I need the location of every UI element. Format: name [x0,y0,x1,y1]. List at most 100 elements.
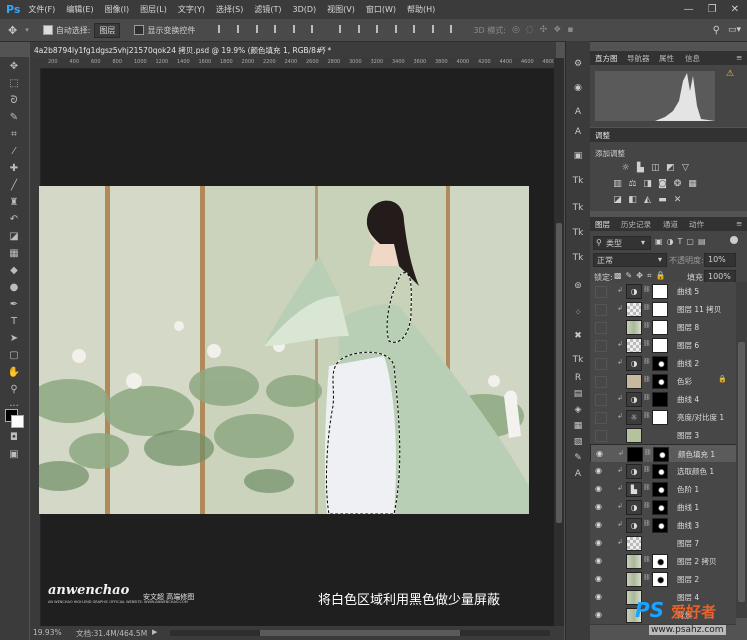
brightness-icon[interactable]: ☼ [620,163,631,173]
layers-scrollbar[interactable] [736,282,747,618]
brush-panel-icon[interactable]: A [570,105,586,119]
threshold-icon[interactable]: ◭ [642,195,653,205]
layer-row[interactable]: ◉ ↲ ▙ ⛓ 色阶 1 [590,480,736,499]
cube-plugin-icon[interactable]: ◈ [570,403,586,417]
tab-channels[interactable]: 通道 [663,219,678,230]
layer-thumbnail[interactable]: ◑ [626,392,642,407]
layer-mask-thumbnail[interactable] [653,447,669,462]
eye-hidden-icon[interactable] [595,376,607,388]
layer-row[interactable]: ◉ ↲ ◑ ⛓ 曲线 1 [590,498,736,517]
layer-mask-thumbnail[interactable] [652,500,668,515]
circle-plugin-icon[interactable]: ⊚ [570,279,586,293]
tab-properties[interactable]: 属性 [659,53,674,64]
eye-hidden-icon[interactable] [595,412,607,424]
layer-row[interactable]: 图层 3 [590,426,736,445]
vibrance-icon[interactable]: ▽ [680,163,691,173]
tab-info[interactable]: 信息 [685,53,700,64]
mask-link-icon[interactable]: ⛓ [643,376,651,383]
layer-name[interactable]: 色彩 [677,376,692,387]
layer-mask-thumbnail[interactable] [652,464,668,479]
r-plugin-icon[interactable]: R [570,371,586,385]
opacity-input[interactable]: 10% [704,253,736,267]
dots-plugin-icon[interactable]: ⁘ [570,306,586,320]
horizontal-scrollbar-thumb[interactable] [260,630,460,636]
mask-link-icon[interactable]: ⛓ [643,340,651,347]
pen-tool-icon[interactable]: ✒ [6,298,22,312]
brush-tool-icon[interactable]: ╱ [6,179,22,193]
layer-row[interactable]: ◉ ↲ ◑ ⛓ 选取颜色 1 [590,462,736,481]
mask-link-icon[interactable]: ⛓ [643,394,651,401]
restore-button[interactable]: ❐ [708,4,717,15]
layers-panel-menu-icon[interactable]: ≡ [736,219,742,228]
layer-thumbnail[interactable]: ☼ [626,410,642,425]
move-tool-icon[interactable]: ✥ [8,24,17,37]
mask-link-icon[interactable]: ⛓ [643,304,651,311]
distribute-vcenter-icon[interactable] [357,25,368,33]
mask-link-icon[interactable]: ⛓ [644,449,652,456]
mask-link-icon[interactable]: ⛓ [643,484,651,491]
eye-hidden-icon[interactable] [595,340,607,352]
marquee-tool-icon[interactable]: ⬚ [6,77,22,91]
distribute-hcenter-icon[interactable] [413,25,423,33]
layer-mask-thumbnail[interactable] [652,392,668,407]
layer-filter-icons[interactable]: ▣◑T▢▤ [655,237,710,246]
layer-mask-thumbnail[interactable] [652,338,668,353]
layer-name[interactable]: 图层 11 拷贝 [677,304,721,315]
tab-navigator[interactable]: 导航器 [627,53,650,64]
layers-scrollbar-thumb[interactable] [738,342,745,602]
layer-row[interactable]: ⛓ 色彩 🔒 [590,372,736,391]
menu-window[interactable]: 窗口(W) [366,4,396,15]
exposure-icon[interactable]: ◩ [665,163,676,173]
swatch-plugin-icon[interactable]: ▧ [570,435,586,449]
tab-actions[interactable]: 动作 [689,219,704,230]
align-hcenter-icon[interactable] [292,25,303,33]
layer-name[interactable]: 图层 7 [677,538,699,549]
distribute-top-icon[interactable] [339,25,349,33]
warning-icon[interactable]: ⚠ [726,69,734,79]
eye-hidden-icon[interactable] [595,322,607,334]
eye-visible-icon[interactable]: ◉ [595,538,605,548]
layer-mask-thumbnail[interactable] [652,482,668,497]
tk-plugin-3-icon[interactable]: Tk [570,226,586,240]
layer-name[interactable]: 图层 2 拷贝 [677,556,717,567]
mask-link-icon[interactable]: ⛓ [643,556,651,563]
tab-close-icon[interactable]: × [320,44,327,53]
layer-mask-thumbnail[interactable] [652,572,668,587]
healing-tool-icon[interactable]: ✚ [6,162,22,176]
tk-plugin-icon[interactable]: Tk [570,174,586,188]
layer-thumbnail[interactable]: ◑ [626,284,642,299]
minimize-button[interactable]: — [684,4,694,15]
tab-adjustments[interactable]: 调整 [595,130,610,141]
filter-toggle[interactable] [730,236,738,244]
layer-name[interactable]: 亮度/对比度 1 [677,412,724,423]
panel-menu-icon[interactable]: ≡ [736,53,742,62]
mask-link-icon[interactable]: ⛓ [643,412,651,419]
eye-visible-icon[interactable]: ◉ [595,556,605,566]
plugin-panel-icon[interactable]: ▣ [570,149,586,163]
auto-select-dropdown[interactable]: 图层 [94,22,121,38]
eye-hidden-icon[interactable] [595,430,607,442]
gradient-tool-icon[interactable]: ▦ [6,247,22,261]
align-top-icon[interactable] [218,25,228,33]
color-lookup-icon[interactable]: ▦ [687,179,698,189]
align-vcenter-icon[interactable] [236,25,247,33]
scrollbar-thumb[interactable] [556,223,562,523]
hand-tool-icon[interactable]: ✋ [6,366,22,380]
selective-color-icon[interactable]: ✕ [672,195,683,205]
menu-help[interactable]: 帮助(H) [407,4,435,15]
show-transform-checkbox[interactable] [134,25,145,35]
layer-thumbnail[interactable]: ◑ [626,500,642,515]
lock-icons[interactable]: ▩✎✥⌗🔒 [614,271,669,281]
eyedropper-tool-icon[interactable]: ⁄ [6,145,22,159]
eraser-tool-icon[interactable]: ◪ [6,230,22,244]
layer-thumbnail[interactable] [626,572,642,587]
layer-name[interactable]: 曲线 5 [677,286,699,297]
mask-link-icon[interactable]: ⛓ [643,502,651,509]
layer-row[interactable]: ◉ ↲ 图层 7 [590,534,736,553]
layer-row[interactable]: ◉ ↲ ◑ ⛓ 曲线 3 [590,516,736,535]
layer-name[interactable]: 颜色填充 1 [678,449,715,460]
layer-name[interactable]: 曲线 3 [677,520,699,531]
eye-hidden-icon[interactable] [595,286,607,298]
curves-icon[interactable]: ◫ [650,163,661,173]
align-left-icon[interactable] [274,25,284,33]
